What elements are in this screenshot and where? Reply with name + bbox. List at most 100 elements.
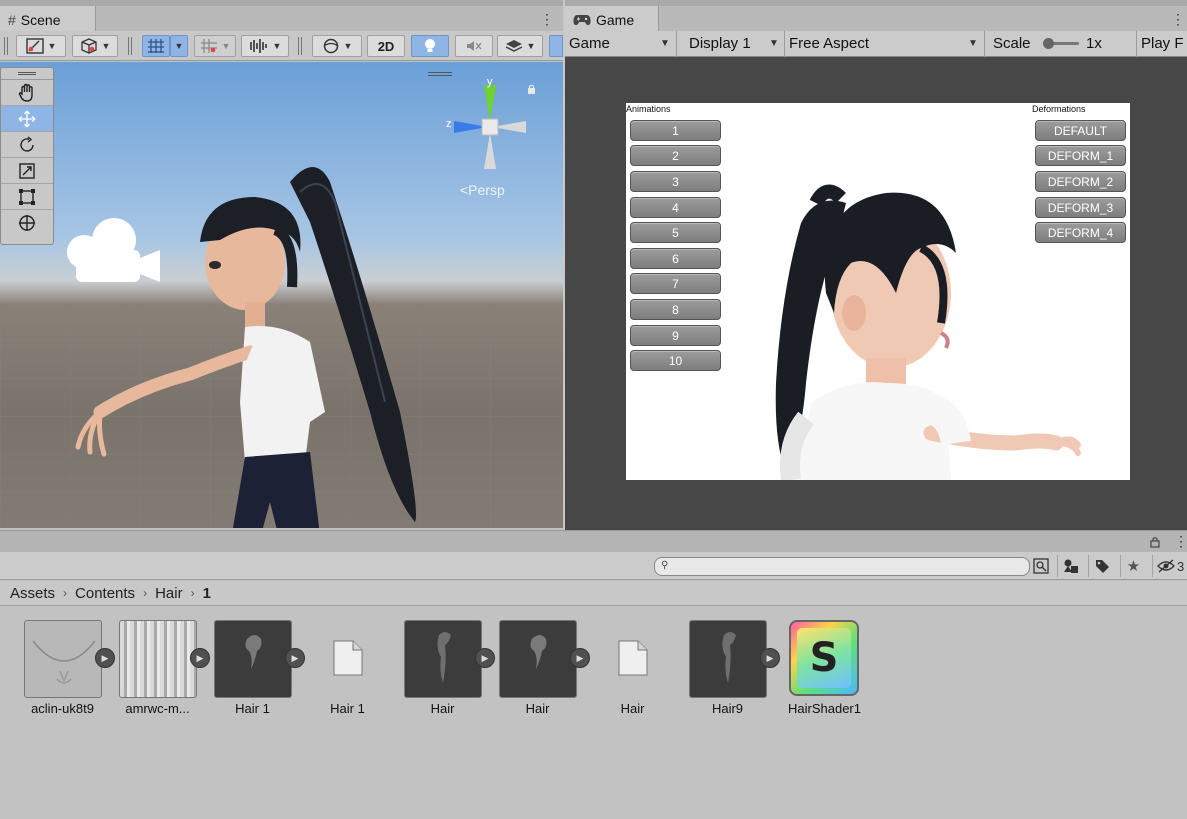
display-dropdown[interactable]: Display 1 ▼ (685, 31, 785, 57)
lightbulb-icon (425, 39, 435, 52)
scale-icon (19, 162, 35, 179)
chevron-down-icon: ▼ (47, 41, 57, 51)
aspect-dropdown[interactable]: Free Aspect ▼ (785, 31, 985, 57)
effects-dropdown[interactable]: ▼ (497, 35, 543, 57)
game-view-dropdown[interactable]: Game ▼ (565, 31, 677, 57)
rect-tool[interactable] (1, 184, 53, 210)
play-focused-dropdown[interactable]: Play F (1137, 31, 1187, 57)
render-paths-dropdown[interactable]: ▼ (241, 35, 289, 57)
gizmo-center-cube[interactable] (481, 118, 499, 136)
hand-tool[interactable] (1, 80, 53, 106)
gizmo-y-neg-axis[interactable] (484, 133, 496, 169)
overlay-grip-icon[interactable] (428, 72, 452, 76)
scale-value: 1x (1086, 35, 1102, 52)
game-kebab-menu-icon[interactable]: ⋮ (1171, 10, 1185, 28)
gizmo-y-axis[interactable] (484, 85, 496, 121)
transform-tool[interactable] (1, 210, 53, 236)
search-options-button[interactable] (1028, 555, 1054, 577)
breadcrumb-contents[interactable]: Contents (75, 585, 135, 602)
game-viewport[interactable]: Animations Deformations 1 2 3 4 5 6 7 8 … (626, 103, 1130, 480)
project-panel: ⋮ ⚲ ★ 3 Assets › Contents › Hair › 1 ▶ a… (0, 530, 1187, 819)
perspective-label[interactable]: <Persp (460, 182, 505, 198)
gizmo-orientation-dropdown[interactable]: ▼ (312, 35, 362, 57)
hidden-packages-count: 3 (1177, 558, 1185, 574)
breadcrumb-current[interactable]: 1 (203, 585, 211, 602)
breadcrumb-assets[interactable]: Assets (10, 585, 55, 602)
asset-item[interactable]: Hair 1 (295, 620, 390, 730)
rotate-tool[interactable] (1, 132, 53, 158)
asset-label: Hair9 (711, 701, 744, 716)
move-tool[interactable] (1, 106, 53, 132)
asset-item[interactable]: ▶ aclin-uk8t9 (10, 620, 115, 730)
game-panel: Game ⋮ Game ▼ Display 1 ▼ Free Aspect ▼ … (565, 0, 1187, 530)
scale-tool[interactable] (1, 158, 53, 184)
chevron-down-icon: ▼ (272, 41, 282, 51)
asset-item[interactable]: S HairShader1 (775, 620, 870, 730)
shapes-filter-icon (1063, 559, 1078, 573)
asset-item[interactable]: ▶ amrwc-m... (105, 620, 210, 730)
animation-button-8[interactable]: 8 (630, 299, 721, 320)
asset-item[interactable]: Hair (580, 620, 675, 730)
draw-mode-dropdown[interactable]: ▼ (16, 35, 66, 57)
scene-viewport[interactable]: y z <Persp (0, 62, 563, 528)
character-scene-render (75, 167, 416, 528)
asset-item[interactable]: ▶ Hair (485, 620, 590, 730)
texture-icon (119, 620, 197, 698)
tab-scene[interactable]: # Scene (0, 6, 96, 31)
gizmo-lock-icon[interactable] (527, 84, 536, 94)
audio-toggle[interactable] (455, 35, 493, 57)
project-kebab-menu-icon[interactable]: ⋮ (1174, 533, 1187, 550)
toggle-2d-button[interactable]: 2D (367, 35, 405, 57)
animation-button-2[interactable]: 2 (630, 145, 721, 166)
hidden-packages-toggle[interactable]: 3 (1152, 555, 1187, 577)
tool-palette-grip[interactable] (1, 68, 53, 80)
filter-label-button[interactable] (1088, 555, 1114, 577)
file-icon (333, 640, 363, 676)
scale-slider[interactable] (1043, 38, 1079, 49)
tool-palette (0, 67, 54, 245)
favorites-button[interactable]: ★ (1120, 555, 1146, 577)
grid-snap-toggle[interactable] (142, 35, 170, 57)
animation-button-7[interactable]: 7 (630, 273, 721, 294)
lock-icon[interactable] (1150, 536, 1160, 548)
asset-label: aclin-uk8t9 (31, 701, 94, 716)
scale-control[interactable]: Scale 1x (989, 31, 1137, 57)
search-input[interactable]: ⚲ (654, 557, 1030, 576)
animation-button-6[interactable]: 6 (630, 248, 721, 269)
search-field[interactable] (673, 559, 1023, 574)
asset-item[interactable]: ▶ Hair9 (675, 620, 780, 730)
search-window-icon (1033, 558, 1049, 574)
increment-snap-dropdown[interactable]: ▼ (194, 35, 236, 57)
scene-kebab-menu-icon[interactable]: ⋮ (540, 10, 554, 28)
asset-grid: ▶ aclin-uk8t9 ▶ amrwc-m... ▶ Hair 1 Hair… (0, 608, 1187, 819)
asset-item[interactable]: ▶ Hair (390, 620, 495, 730)
asset-item[interactable]: ▶ Hair 1 (200, 620, 305, 730)
deform-button-default[interactable]: DEFAULT (1035, 120, 1126, 141)
breadcrumb: Assets › Contents › Hair › 1 (0, 581, 1187, 606)
animation-button-4[interactable]: 4 (630, 197, 721, 218)
rect-transform-icon (19, 188, 35, 205)
animation-button-5[interactable]: 5 (630, 222, 721, 243)
play-focused-label: Play F (1141, 35, 1184, 52)
model-icon (689, 620, 767, 698)
animation-button-10[interactable]: 10 (630, 350, 721, 371)
view-orientation-gizmo[interactable] (440, 77, 540, 172)
hidden-objects-toggle[interactable] (549, 35, 563, 57)
scene-camera-icon (67, 218, 160, 282)
cube-icon (80, 38, 97, 54)
animation-button-3[interactable]: 3 (630, 171, 721, 192)
lighting-toggle[interactable] (411, 35, 449, 57)
animation-button-9[interactable]: 9 (630, 325, 721, 346)
animations-heading: Animations (626, 104, 671, 114)
grid-snap-dropdown[interactable]: ▼ (170, 35, 188, 57)
breadcrumb-hair[interactable]: Hair (155, 585, 183, 602)
tab-game[interactable]: Game (565, 6, 659, 31)
filter-type-button[interactable] (1057, 555, 1083, 577)
animation-button-1[interactable]: 1 (630, 120, 721, 141)
scale-slider-knob[interactable] (1043, 38, 1054, 49)
scene-tab-strip: # Scene ⋮ (0, 0, 563, 31)
shader-icon: S (789, 620, 859, 696)
shading-mode-dropdown[interactable]: ▼ (72, 35, 118, 57)
toolbar-separator (4, 37, 8, 55)
chevron-down-icon: ▼ (769, 38, 779, 49)
